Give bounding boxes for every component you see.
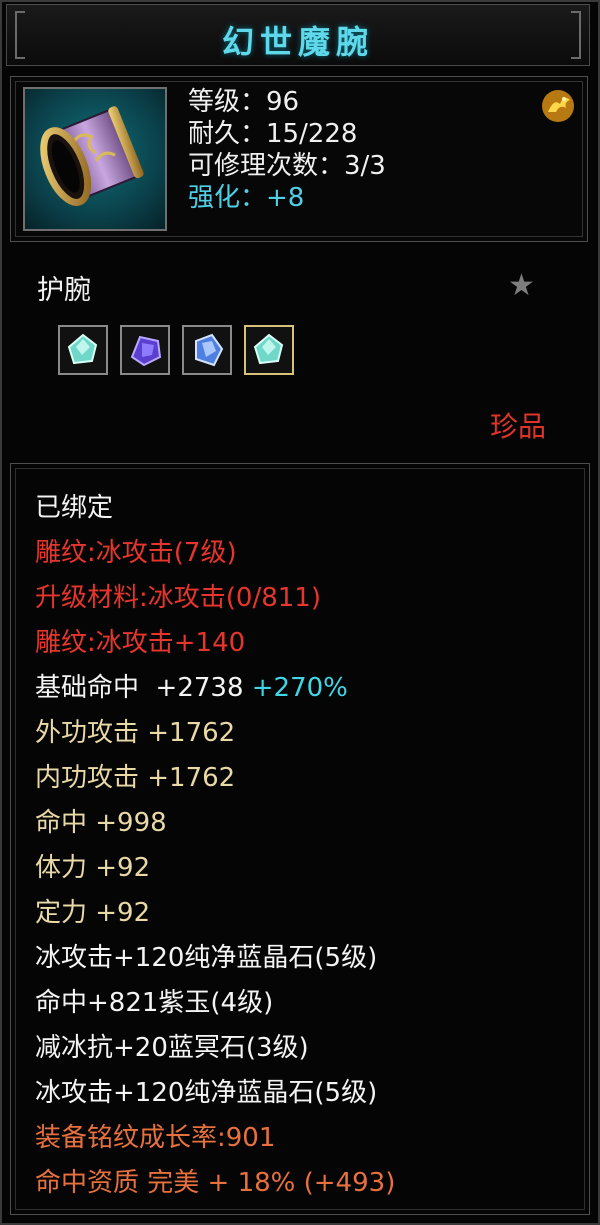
green-gem-icon[interactable] [244,325,294,375]
base-hit-stat: 基础命中 +2738 +270% [35,672,348,704]
base-hit-bonus: +270% [251,673,348,703]
gem-bonus-1: 冰攻击+120纯净蓝晶石(5级) [35,943,378,973]
external-attack-stat: 外功攻击 +1762 [35,718,236,748]
base-hit-value: +2738 [155,673,244,703]
gem-bonus-3: 减冰抗+20蓝冥石(3级) [35,1033,309,1063]
engraving-level: 雕纹:冰攻击(7级) [35,538,237,568]
star-icon[interactable]: ★ [508,268,535,303]
item-stats: 等级：96 耐久：15/228 可修理次数：3/3 强化：+8 [188,86,386,214]
repair-count-stat: 可修理次数：3/3 [188,151,386,181]
hit-stat: 命中 +998 [35,808,167,838]
purple-gem-icon[interactable] [120,325,170,375]
hit-aptitude: 命中资质 完美 + 18% (+493) [35,1168,396,1198]
blue-gem-icon[interactable] [182,325,232,375]
focus-stat: 定力 +92 [35,898,151,928]
level-stat: 等级：96 [188,87,300,117]
engraving-bonus: 雕纹:冰攻击+140 [35,628,246,658]
item-type: 护腕 [37,275,91,306]
green-gem-icon[interactable] [58,325,108,375]
base-hit-label: 基础命中 [35,673,140,703]
growth-rate: 装备铭纹成长率:901 [35,1123,276,1153]
durability-stat: 耐久：15/228 [188,119,358,149]
bound-status: 已绑定 [35,493,114,523]
title-bar: 幻世魔腕 [6,4,590,66]
gem-bonus-4: 冰攻击+120纯净蓝晶石(5级) [35,1078,378,1108]
rarity-label: 珍品 [490,410,547,443]
internal-attack-stat: 内功攻击 +1762 [35,763,236,793]
gold-dragon-icon [540,88,576,124]
item-name: 幻世魔腕 [221,23,374,61]
bracer-icon[interactable] [23,87,167,231]
upgrade-material: 升级材料:冰攻击(0/811) [35,583,321,613]
gem-bonus-2: 命中+821紫玉(4级) [35,988,274,1018]
enhancement-stat: 强化：+8 [188,183,305,213]
vitality-stat: 体力 +92 [35,853,151,883]
